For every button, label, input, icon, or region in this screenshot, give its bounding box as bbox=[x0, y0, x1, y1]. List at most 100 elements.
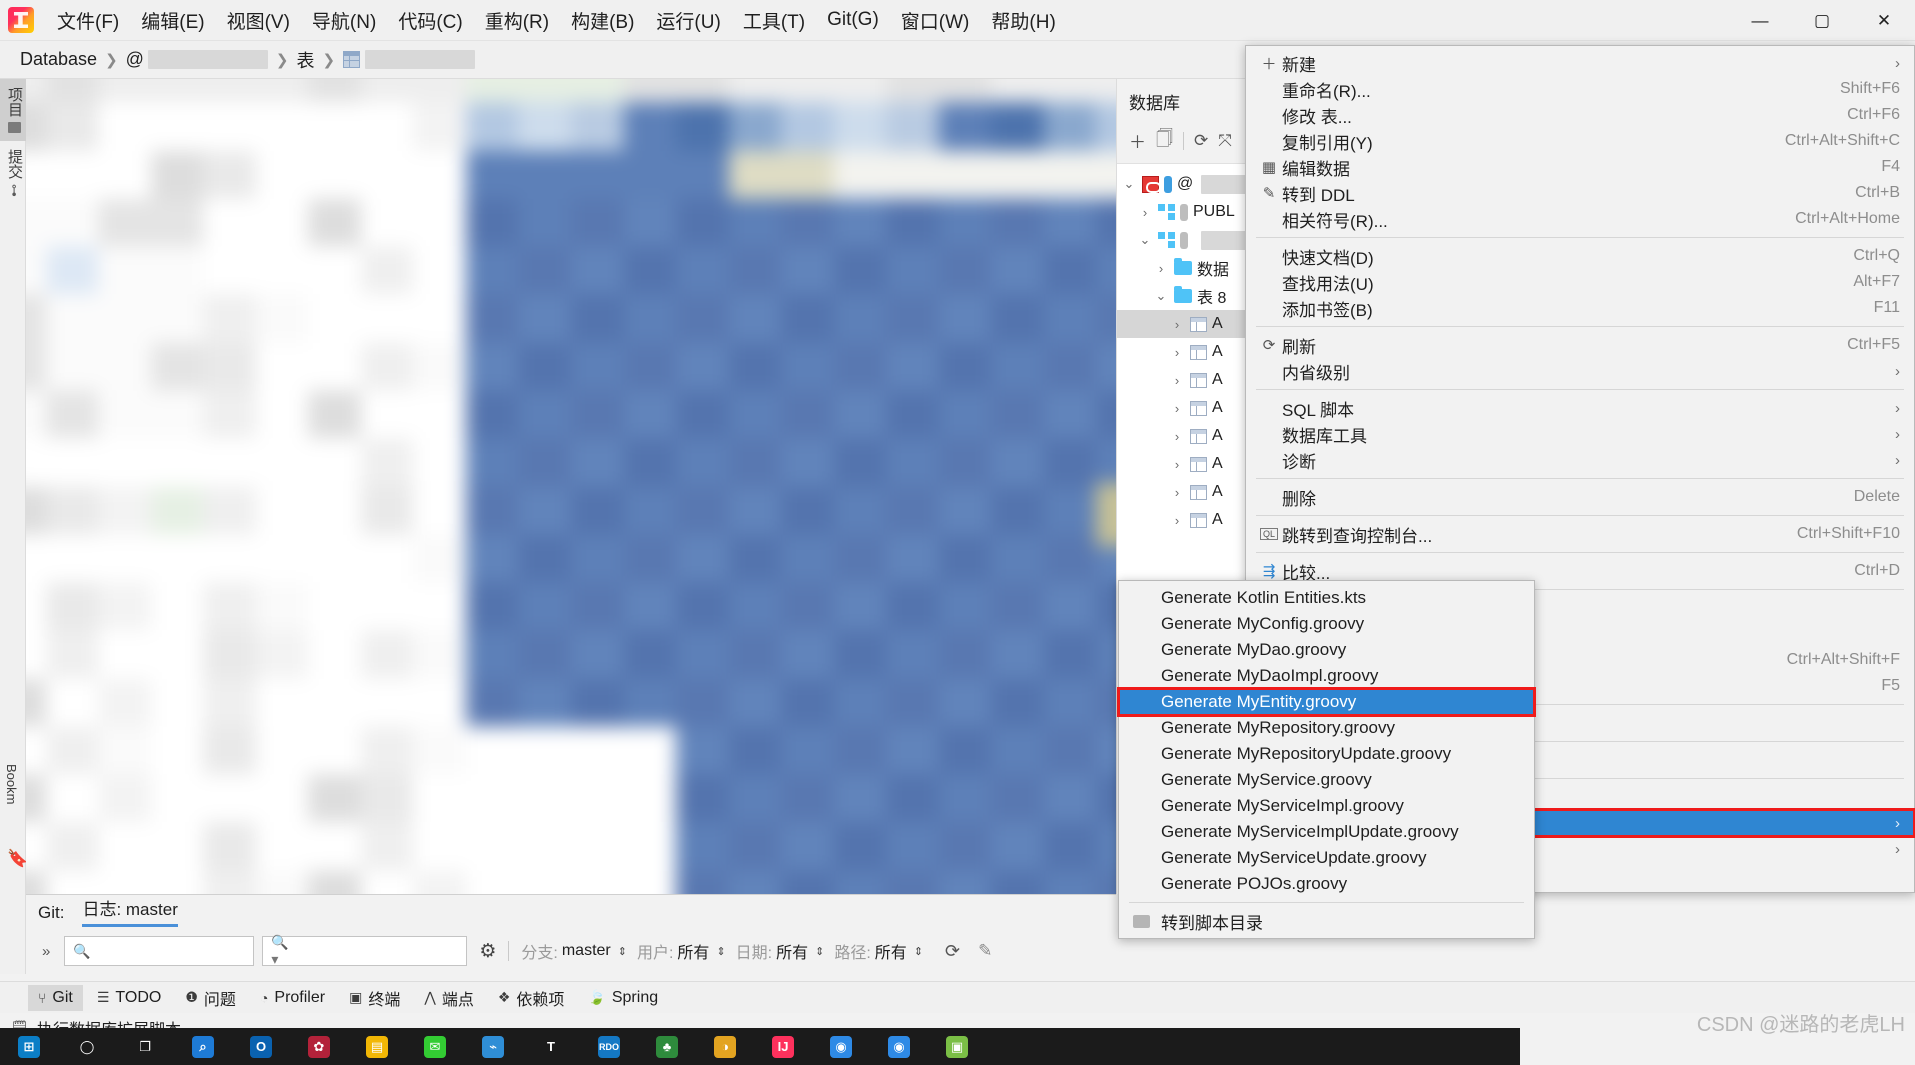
chrome-icon[interactable]: ◉ bbox=[812, 1028, 870, 1065]
submenu-item-8[interactable]: Generate MyServiceImpl.groovy bbox=[1119, 793, 1534, 819]
breadcrumb-tables[interactable]: 表 bbox=[291, 47, 321, 73]
menu-6[interactable]: 构建(B) bbox=[560, 3, 645, 38]
menu-item-10[interactable]: 添加书签(B) F11 bbox=[1246, 295, 1914, 321]
chevron-right-icon[interactable]: › bbox=[1153, 261, 1169, 276]
chevron-right-icon[interactable]: › bbox=[1169, 401, 1185, 416]
menu-item-13[interactable]: 内省级别 › bbox=[1246, 358, 1914, 384]
app-red-icon[interactable]: ✿ bbox=[290, 1028, 348, 1065]
tab-终端[interactable]: ▣ 终端 bbox=[339, 982, 410, 1014]
menu-item-19[interactable]: 删除 Delete bbox=[1246, 484, 1914, 510]
menu-3[interactable]: 导航(N) bbox=[301, 3, 387, 38]
taskview-icon[interactable]: ❐ bbox=[116, 1028, 174, 1065]
tab-git[interactable]: ⑂ Git bbox=[28, 984, 83, 1011]
submenu-item-11[interactable]: Generate POJOs.groovy bbox=[1119, 871, 1534, 897]
menu-item-1[interactable]: 重命名(R)... Shift+F6 bbox=[1246, 76, 1914, 102]
chevron-right-icon[interactable]: › bbox=[1169, 373, 1185, 388]
submenu-item-3[interactable]: Generate MyDaoImpl.groovy bbox=[1119, 663, 1534, 689]
chevron-down-icon[interactable]: ⌄ bbox=[1153, 288, 1169, 304]
breadcrumb-connection[interactable]: @ bbox=[120, 49, 274, 70]
tab-git-log[interactable]: 日志: master bbox=[82, 895, 178, 927]
bookmark-icon[interactable]: 🔖 bbox=[7, 849, 28, 869]
chevron-right-icon[interactable]: › bbox=[1137, 205, 1153, 220]
outlook-icon[interactable]: O bbox=[232, 1028, 290, 1065]
git-refresh-icon[interactable]: ⟳ bbox=[945, 941, 960, 962]
submenu-item-10[interactable]: Generate MyServiceUpdate.groovy bbox=[1119, 845, 1534, 871]
spinner-icon[interactable]: ⇕ bbox=[716, 945, 725, 958]
chevron-right-icon[interactable]: › bbox=[1169, 345, 1185, 360]
menu-item-9[interactable]: 查找用法(U) Alt+F7 bbox=[1246, 269, 1914, 295]
vscode-icon[interactable]: ⌁ bbox=[464, 1028, 522, 1065]
submenu-item-13[interactable]: 转到脚本目录 bbox=[1119, 908, 1534, 934]
chevron-right-icon[interactable]: › bbox=[1169, 457, 1185, 472]
tab-端点[interactable]: ⋀ 端点 bbox=[414, 982, 484, 1014]
menu-item-3[interactable]: 复制引用(Y) Ctrl+Alt+Shift+C bbox=[1246, 128, 1914, 154]
spinner-icon[interactable]: ⇕ bbox=[618, 945, 627, 958]
submenu-item-5[interactable]: Generate MyRepository.groovy bbox=[1119, 715, 1534, 741]
tab-todo[interactable]: ☰ TODO bbox=[87, 985, 172, 1011]
menu-item-12[interactable]: ⟳ 刷新 Ctrl+F5 bbox=[1246, 332, 1914, 358]
menu-10[interactable]: 窗口(W) bbox=[890, 3, 981, 38]
sidebar-item-commit[interactable]: 提交 ⊶ bbox=[0, 141, 29, 205]
breadcrumb-table[interactable] bbox=[337, 50, 481, 69]
menu-item-17[interactable]: 诊断 › bbox=[1246, 447, 1914, 473]
chevron-right-icon[interactable]: › bbox=[1169, 485, 1185, 500]
git-filter-2[interactable]: 日期: 所有 ⇕ bbox=[736, 939, 825, 963]
git-filter-search-input[interactable] bbox=[298, 942, 459, 960]
menu-9[interactable]: Git(G) bbox=[816, 5, 890, 35]
editor-data-grid[interactable] bbox=[26, 79, 1116, 894]
rdo-icon[interactable]: RDO bbox=[580, 1028, 638, 1065]
tab-问题[interactable]: ❶ 问题 bbox=[175, 982, 246, 1014]
menu-item-8[interactable]: 快速文档(D) Ctrl+Q bbox=[1246, 243, 1914, 269]
git-filter-search-box[interactable]: 🔍▾ bbox=[262, 934, 468, 967]
photo-icon[interactable]: ▣ bbox=[928, 1028, 986, 1065]
menu-1[interactable]: 编辑(E) bbox=[130, 3, 215, 38]
menu-0[interactable]: 文件(F) bbox=[46, 3, 130, 38]
spinner-icon[interactable]: ⇕ bbox=[815, 945, 824, 958]
submenu-item-9[interactable]: Generate MyServiceImplUpdate.groovy bbox=[1119, 819, 1534, 845]
search-icon[interactable]: ◯ bbox=[58, 1028, 116, 1065]
menu-item-4[interactable]: ▦ 编辑数据 F4 bbox=[1246, 154, 1914, 180]
submenu-item-0[interactable]: Generate Kotlin Entities.kts bbox=[1119, 585, 1534, 611]
search-blue-icon[interactable]: ⌕ bbox=[174, 1028, 232, 1065]
explorer-icon[interactable]: ▤ bbox=[348, 1028, 406, 1065]
menu-2[interactable]: 视图(V) bbox=[216, 3, 301, 38]
gear-icon[interactable]: ⚙ bbox=[479, 940, 496, 963]
expand-more-icon[interactable]: » bbox=[36, 943, 56, 960]
menu-item-5[interactable]: ✎ 转到 DDL Ctrl+B bbox=[1246, 180, 1914, 206]
maximize-button[interactable]: ▢ bbox=[1791, 0, 1853, 41]
menu-item-0[interactable]: ＋ 新建 › bbox=[1246, 50, 1914, 76]
git-filter-1[interactable]: 用户: 所有 ⇕ bbox=[637, 939, 726, 963]
spinner-icon[interactable]: ⇕ bbox=[914, 945, 923, 958]
submenu-item-6[interactable]: Generate MyRepositoryUpdate.groovy bbox=[1119, 741, 1534, 767]
menu-11[interactable]: 帮助(H) bbox=[980, 3, 1066, 38]
tab-依赖项[interactable]: ❖ 依赖项 bbox=[488, 982, 575, 1014]
menu-5[interactable]: 重构(R) bbox=[474, 3, 560, 38]
git-filter-0[interactable]: 分支: master ⇕ bbox=[521, 939, 627, 963]
refresh-icon[interactable]: ⟳ bbox=[1194, 131, 1208, 151]
add-icon[interactable]: ＋ bbox=[1129, 128, 1146, 153]
menu-item-2[interactable]: 修改 表... Ctrl+F6 bbox=[1246, 102, 1914, 128]
breadcrumb-database[interactable]: Database bbox=[14, 49, 103, 70]
navicat-icon[interactable]: ◑ bbox=[696, 1028, 754, 1065]
sidebar-item-bookmarks[interactable]: Bookm bbox=[4, 764, 19, 804]
tree-icon[interactable]: ♣ bbox=[638, 1028, 696, 1065]
menu-item-16[interactable]: 数据库工具 › bbox=[1246, 421, 1914, 447]
menu-8[interactable]: 工具(T) bbox=[732, 3, 816, 38]
submenu-item-4[interactable]: Generate MyEntity.groovy bbox=[1117, 687, 1536, 717]
tab-profiler[interactable]: ◔ Profiler bbox=[250, 985, 335, 1011]
sidebar-item-project[interactable]: 项目 bbox=[0, 79, 29, 141]
wechat-icon[interactable]: ✉ bbox=[406, 1028, 464, 1065]
chrome2-icon[interactable]: ◉ bbox=[870, 1028, 928, 1065]
typora-icon[interactable]: T bbox=[522, 1028, 580, 1065]
git-highlight-icon[interactable]: ✎ bbox=[978, 941, 992, 961]
chevron-right-icon[interactable]: › bbox=[1169, 317, 1185, 332]
chevron-down-icon[interactable]: ⌄ bbox=[1121, 176, 1137, 192]
chevron-right-icon[interactable]: › bbox=[1169, 513, 1185, 528]
submenu-item-1[interactable]: Generate MyConfig.groovy bbox=[1119, 611, 1534, 637]
start-icon[interactable]: ⊞ bbox=[0, 1028, 58, 1065]
close-button[interactable]: ✕ bbox=[1853, 0, 1915, 41]
minimize-button[interactable]: — bbox=[1729, 0, 1791, 41]
submenu-item-7[interactable]: Generate MyService.groovy bbox=[1119, 767, 1534, 793]
git-filter-3[interactable]: 路径: 所有 ⇕ bbox=[834, 939, 923, 963]
menu-item-6[interactable]: 相关符号(R)... Ctrl+Alt+Home bbox=[1246, 206, 1914, 232]
